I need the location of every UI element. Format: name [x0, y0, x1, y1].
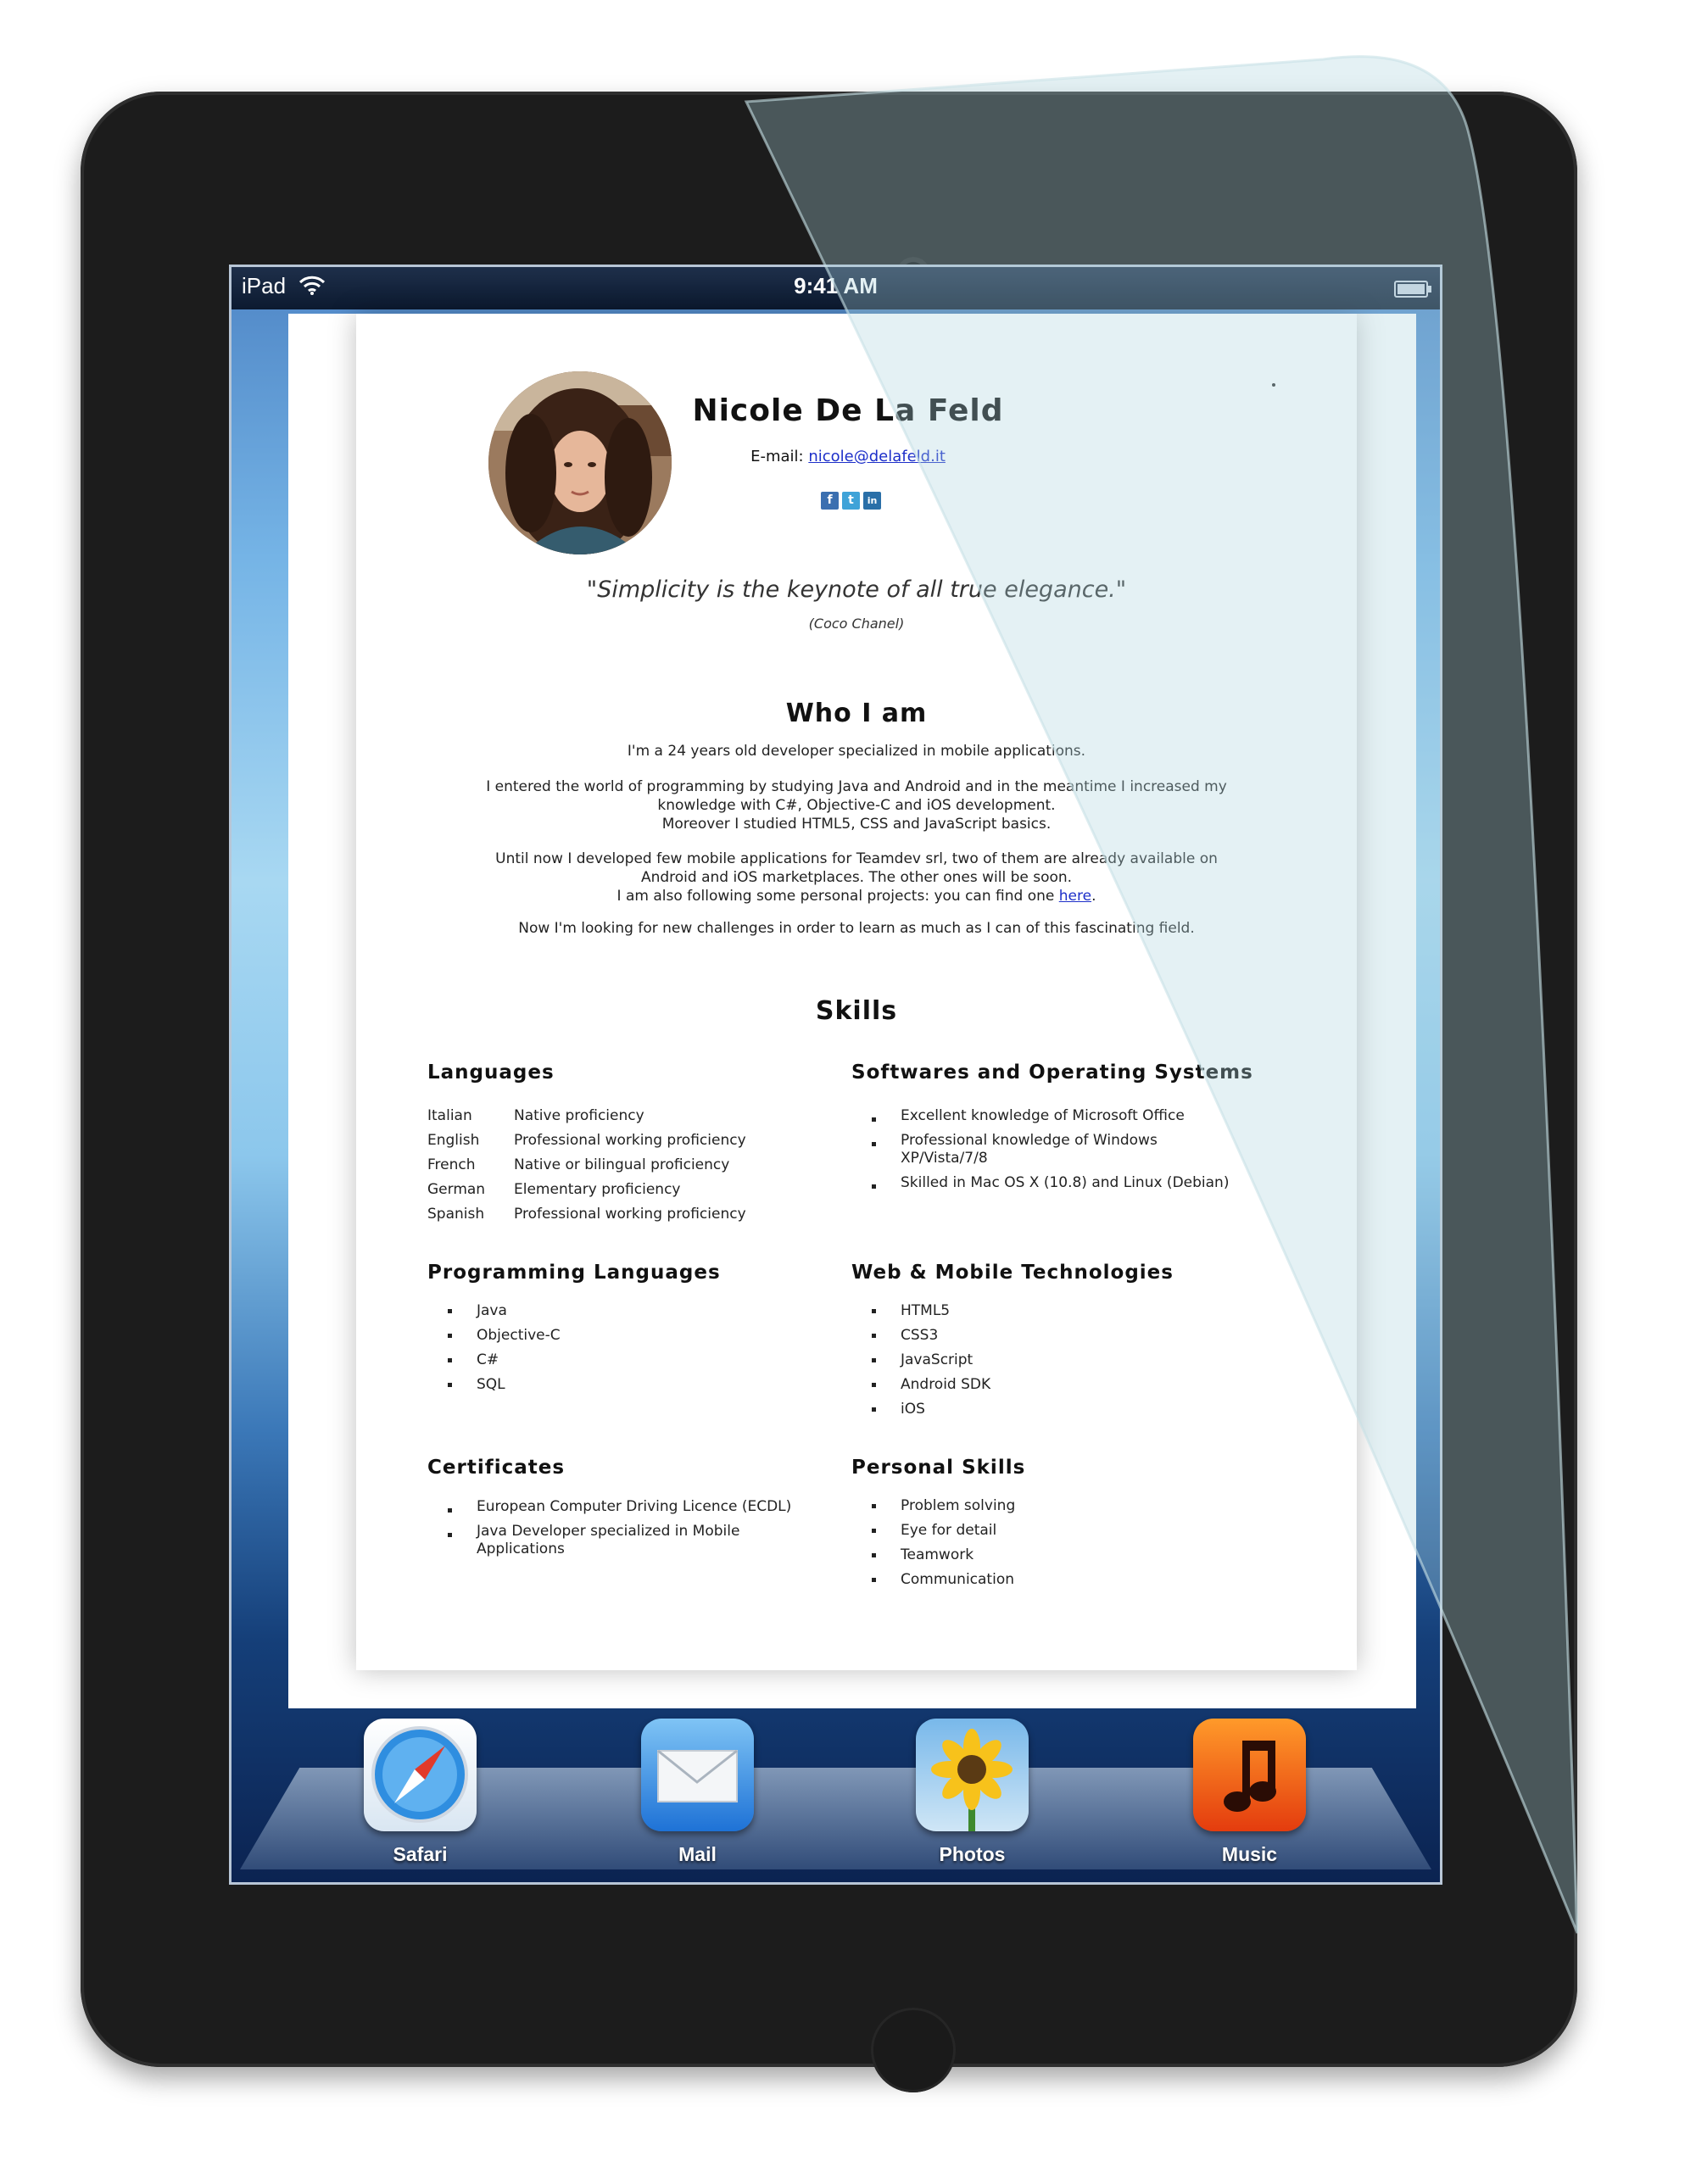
language-row: French Native or bilingual proficiency: [427, 1153, 746, 1178]
language-level: Native or bilingual proficiency: [514, 1156, 730, 1173]
decorative-dot: [1272, 383, 1275, 387]
dock-app-mail[interactable]: Mail: [640, 1719, 755, 1866]
list-item: Teamwork: [851, 1543, 1015, 1568]
languages-table: Italian Native proficiency English Profess…: [427, 1104, 746, 1227]
software-list: Excellent knowledge of Microsoft Office …: [851, 1107, 1292, 1199]
language-row: Spanish Professional working proficiency: [427, 1202, 746, 1227]
language-row: Italian Native proficiency: [427, 1104, 746, 1128]
list-item: Java Developer specialized in Mobile App…: [427, 1523, 765, 1558]
language-name: Italian: [427, 1107, 472, 1124]
list-item: CSS3: [851, 1323, 990, 1348]
list-item: Communication: [851, 1568, 1015, 1592]
who-p3-line3: I am also following some personal projec…: [616, 888, 1055, 905]
web-mobile-list: HTML5 CSS3 JavaScript Android SDK iOS: [851, 1299, 990, 1422]
dock: Safari Mail Photos Music: [232, 1708, 1440, 1882]
personal-skills-list: Problem solving Eye for detail Teamwork …: [851, 1494, 1015, 1592]
certificates-heading: Certificates: [427, 1457, 566, 1479]
safari-compass-icon: [364, 1719, 477, 1831]
who-paragraph-2: I entered the world of programming by st…: [424, 777, 1289, 833]
who-paragraph-4: Now I'm looking for new challenges in or…: [518, 920, 1195, 937]
who-paragraph-1: I'm a 24 years old developer specialized…: [627, 743, 1086, 760]
who-p3-line1: Until now I developed few mobile applica…: [495, 850, 1218, 867]
language-level: Elementary proficiency: [514, 1181, 681, 1198]
dock-app-music[interactable]: Music: [1192, 1719, 1307, 1866]
language-name: German: [427, 1181, 486, 1198]
programming-heading: Programming Languages: [427, 1262, 721, 1284]
software-heading: Softwares and Operating Systems: [851, 1061, 1253, 1084]
language-name: French: [427, 1156, 476, 1173]
email-label: E-mail:: [750, 448, 804, 465]
photos-sunflower-icon: [916, 1719, 1029, 1831]
home-button[interactable]: [871, 2008, 956, 2092]
list-item: SQL: [427, 1373, 561, 1397]
linkedin-icon[interactable]: in: [863, 492, 881, 510]
clock: 9:41 AM: [794, 273, 878, 298]
list-item: Android SDK: [851, 1373, 990, 1397]
resume-document: Nicole De La Feld E-mail: nicole@delafel…: [356, 314, 1357, 1670]
who-paragraph-3: Until now I developed few mobile applica…: [424, 850, 1289, 905]
language-level: Professional working proficiency: [514, 1206, 746, 1223]
language-name: Spanish: [427, 1206, 485, 1223]
email-row: E-mail: nicole@delafeld.it: [678, 448, 1018, 465]
quote-text: "Simplicity is the keynote of all true e…: [586, 577, 1127, 603]
dock-app-safari[interactable]: Safari: [363, 1719, 477, 1866]
project-link[interactable]: here: [1059, 888, 1091, 905]
profile-name: Nicole De La Feld: [692, 393, 1004, 428]
social-links: f t in: [821, 492, 881, 510]
list-item: C#: [427, 1348, 561, 1373]
language-level: Native proficiency: [514, 1107, 644, 1124]
certificates-list: European Computer Driving Licence (ECDL)…: [427, 1498, 817, 1565]
list-item: Professional knowledge of Windows XP/Vis…: [851, 1132, 1189, 1167]
list-item: HTML5: [851, 1299, 990, 1323]
safari-label: Safari: [393, 1843, 448, 1865]
list-item: European Computer Driving Licence (ECDL): [427, 1498, 817, 1516]
personal-skills-heading: Personal Skills: [851, 1457, 1026, 1479]
mail-envelope-icon: [641, 1719, 754, 1831]
who-i-am-heading: Who I am: [785, 699, 928, 728]
list-item: Skilled in Mac OS X (10.8) and Linux (De…: [851, 1174, 1292, 1192]
language-name: English: [427, 1132, 480, 1149]
status-bar: iPad 9:41 AM: [232, 267, 1440, 309]
dock-app-photos[interactable]: Photos: [915, 1719, 1029, 1866]
languages-heading: Languages: [427, 1061, 555, 1084]
skills-heading: Skills: [815, 996, 898, 1026]
who-p2-line3: Moreover I studied HTML5, CSS and JavaSc…: [661, 816, 1052, 833]
mail-label: Mail: [678, 1843, 717, 1865]
twitter-icon[interactable]: t: [842, 492, 860, 510]
who-p2-line1: I entered the world of programming by st…: [486, 778, 1227, 795]
music-label: Music: [1221, 1843, 1278, 1865]
list-item: Objective-C: [427, 1323, 561, 1348]
list-item: Excellent knowledge of Microsoft Office: [851, 1107, 1292, 1125]
ipad-screen: iPad 9:41 AM Nicole De La Feld E-mail: n…: [229, 265, 1442, 1885]
music-note-icon: [1193, 1719, 1306, 1831]
language-row: German Elementary proficiency: [427, 1178, 746, 1202]
list-item: Eye for detail: [851, 1518, 1015, 1543]
email-link[interactable]: nicole@delafeld.it: [808, 448, 946, 465]
list-item: Java: [427, 1299, 561, 1323]
facebook-icon[interactable]: f: [821, 492, 839, 510]
language-row: English Professional working proficiency: [427, 1128, 746, 1153]
list-item: Problem solving: [851, 1494, 1015, 1518]
programming-list: Java Objective-C C# SQL: [427, 1299, 561, 1397]
browser-page: Nicole De La Feld E-mail: nicole@delafel…: [288, 314, 1416, 1708]
language-level: Professional working proficiency: [514, 1132, 746, 1149]
list-item: iOS: [851, 1397, 990, 1422]
web-mobile-heading: Web & Mobile Technologies: [851, 1262, 1174, 1284]
who-p2-line2: knowledge with C#, Objective-C and iOS d…: [657, 797, 1056, 814]
quote-author: (Coco Chanel): [808, 616, 905, 632]
list-item: JavaScript: [851, 1348, 990, 1373]
who-p3-line2: Android and iOS marketplaces. The other …: [640, 869, 1073, 886]
battery-icon: [1394, 281, 1431, 298]
photos-label: Photos: [939, 1843, 1006, 1865]
profile-photo: [488, 371, 672, 554]
